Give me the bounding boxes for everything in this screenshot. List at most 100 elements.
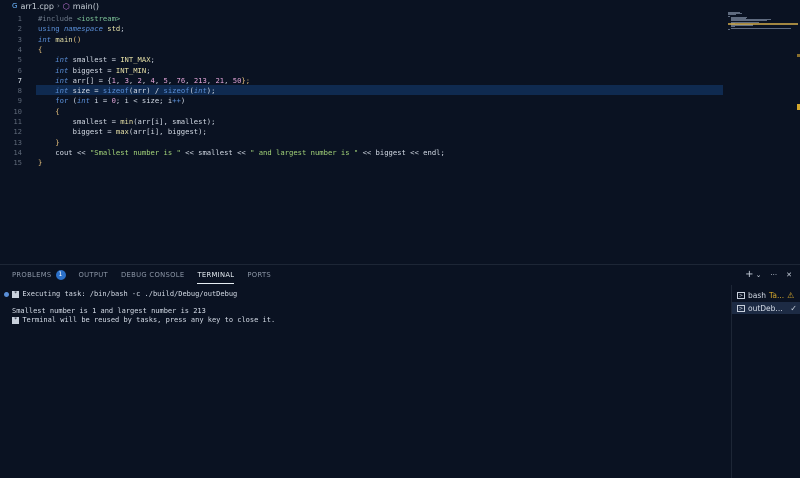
code-token: sizeof xyxy=(163,86,190,96)
line-number: 5 xyxy=(17,55,22,65)
code-line[interactable]: 10 { xyxy=(0,107,800,117)
code-token: namespace xyxy=(63,24,108,34)
terminal-icon: > xyxy=(737,291,745,299)
line-number: 14 xyxy=(13,147,22,157)
tab-label: PROBLEMS xyxy=(12,271,52,279)
chevron-down-icon[interactable]: ⌄ xyxy=(756,271,762,279)
line-number: 10 xyxy=(13,106,22,116)
code-token: { xyxy=(38,44,43,54)
chevron-right-icon: › xyxy=(56,2,60,10)
code-token: ) xyxy=(180,96,186,106)
tab-debug-console[interactable]: DEBUG CONSOLE xyxy=(121,265,184,285)
code-text: biggest = max(arr[i], biggest); xyxy=(38,127,207,137)
tab-label: TERMINAL xyxy=(197,271,235,279)
tab-ports[interactable]: PORTS xyxy=(247,265,271,285)
terminal-line: Smallest number is 1 and largest number … xyxy=(12,307,206,315)
terminal-item-outdebug[interactable]: > outDeb... ✓ xyxy=(732,302,800,314)
code-token: INT_MAX xyxy=(120,55,151,65)
more-actions-button[interactable]: ··· xyxy=(770,271,777,279)
code-text: { xyxy=(38,45,42,55)
code-line[interactable]: 2 using namespace std; xyxy=(0,24,800,34)
code-token: , xyxy=(185,75,194,85)
code-line[interactable]: 13 } xyxy=(0,138,800,148)
reuse-badge: * xyxy=(12,317,20,324)
code-token: 213 xyxy=(193,75,207,85)
code-line[interactable]: 4{ xyxy=(0,45,800,55)
code-token: int xyxy=(38,34,56,44)
code-token: smallest = xyxy=(72,55,121,65)
minimap-line xyxy=(728,28,730,30)
code-token: }; xyxy=(241,75,251,85)
cpp-file-icon: G xyxy=(12,2,18,10)
code-line[interactable]: 6 int biggest = INT_MIN; xyxy=(0,66,800,76)
code-token: INT_MIN xyxy=(115,65,147,75)
code-line[interactable]: 8 int size = sizeof(arr) / sizeof(int); xyxy=(0,86,800,96)
new-terminal-button[interactable]: + xyxy=(745,270,753,280)
code-token: ; xyxy=(120,24,125,34)
code-token: std xyxy=(107,24,121,34)
code-token: () xyxy=(72,34,82,44)
tab-label: DEBUG CONSOLE xyxy=(121,271,185,279)
breadcrumb-file[interactable]: arr1.cpp xyxy=(20,2,54,11)
terminal-name: outDeb... xyxy=(748,303,783,313)
code-line[interactable]: 7 int arr[] = {1, 3, 2, 4, 5, 76, 213, 2… xyxy=(0,76,800,86)
code-token: min xyxy=(120,117,134,126)
code-line[interactable]: 1 #include <iostream> xyxy=(0,14,800,24)
line-number: 15 xyxy=(13,158,22,168)
breadcrumb: G arr1.cpp › ⬡ main() xyxy=(0,0,800,12)
panel-actions: + ⌄ ··· ✕ xyxy=(745,267,792,283)
code-text: int biggest = INT_MIN; xyxy=(38,65,150,76)
code-line[interactable]: 14 cout << "Smallest number is " << smal… xyxy=(0,148,800,158)
breadcrumb-symbol[interactable]: main() xyxy=(73,2,99,11)
code-token: <iostream> xyxy=(76,14,121,23)
code-line[interactable]: 12 biggest = max(arr[i], biggest); xyxy=(0,127,800,137)
code-token: int xyxy=(38,65,73,75)
problems-count-badge: 1 xyxy=(55,270,66,280)
code-token: << biggest << endl; xyxy=(358,147,445,157)
code-token: int xyxy=(193,86,207,96)
tab-problems[interactable]: PROBLEMS 1 xyxy=(12,265,66,285)
code-text: int arr[] = {1, 3, 2, 4, 5, 76, 213, 21,… xyxy=(38,76,250,86)
code-text: #include <iostream> xyxy=(38,14,120,24)
code-token: size = xyxy=(72,86,103,96)
terminal-line: * Terminal will be reused by tasks, press… xyxy=(12,316,275,325)
code-line[interactable]: 15} xyxy=(0,158,800,168)
code-token: , xyxy=(167,75,177,85)
minimap-viewport xyxy=(728,23,798,25)
line-number: 3 xyxy=(17,34,22,44)
code-token: cout << xyxy=(38,147,90,157)
code-token: i = xyxy=(94,96,112,106)
executing-text: Executing task: /bin/bash -c ./build/Deb… xyxy=(22,290,238,298)
tab-terminal[interactable]: TERMINAL xyxy=(197,265,235,285)
code-line[interactable]: 3 int main() xyxy=(0,35,800,45)
code-token: ++ xyxy=(172,96,181,106)
code-text: } xyxy=(38,137,60,148)
warning-icon: ⚠ xyxy=(787,290,795,300)
minimap-line xyxy=(731,27,791,29)
line-number: 2 xyxy=(17,24,22,34)
code-token: (arr) / xyxy=(128,86,164,96)
code-line[interactable]: 11 smallest = min(arr[i], smallest); xyxy=(0,117,800,127)
code-token: << smallest << xyxy=(180,147,251,157)
code-line[interactable]: 9 for (int i = 0; i < size; i++) xyxy=(0,96,800,106)
terminal-view[interactable]: * Executing task: /bin/bash -c ./build/De… xyxy=(0,289,730,478)
tab-output[interactable]: OUTPUT xyxy=(79,265,109,285)
code-token: , xyxy=(154,75,164,85)
code-text: int smallest = INT_MAX; xyxy=(38,55,155,65)
terminal-item-bash[interactable]: > bash Ta... ⚠ xyxy=(732,289,800,301)
code-token: , xyxy=(224,75,233,85)
reuse-text: Terminal will be reused by tasks, press … xyxy=(22,316,276,324)
minimap[interactable] xyxy=(728,12,798,52)
code-token: } xyxy=(38,137,60,147)
code-token: , xyxy=(128,75,138,85)
code-text: using namespace std; xyxy=(38,24,125,34)
code-token: using xyxy=(38,24,64,34)
code-text: int main() xyxy=(38,35,81,45)
close-panel-button[interactable]: ✕ xyxy=(786,271,792,279)
code-token: , xyxy=(141,75,151,85)
code-line[interactable]: 5 int smallest = INT_MAX; xyxy=(0,55,800,65)
code-editor[interactable]: 1 #include <iostream> 2 using namespace std… xyxy=(0,12,800,264)
code-token: int xyxy=(38,86,73,96)
code-token: (arr[i], smallest); xyxy=(133,117,216,126)
code-token: 76 xyxy=(176,75,186,85)
